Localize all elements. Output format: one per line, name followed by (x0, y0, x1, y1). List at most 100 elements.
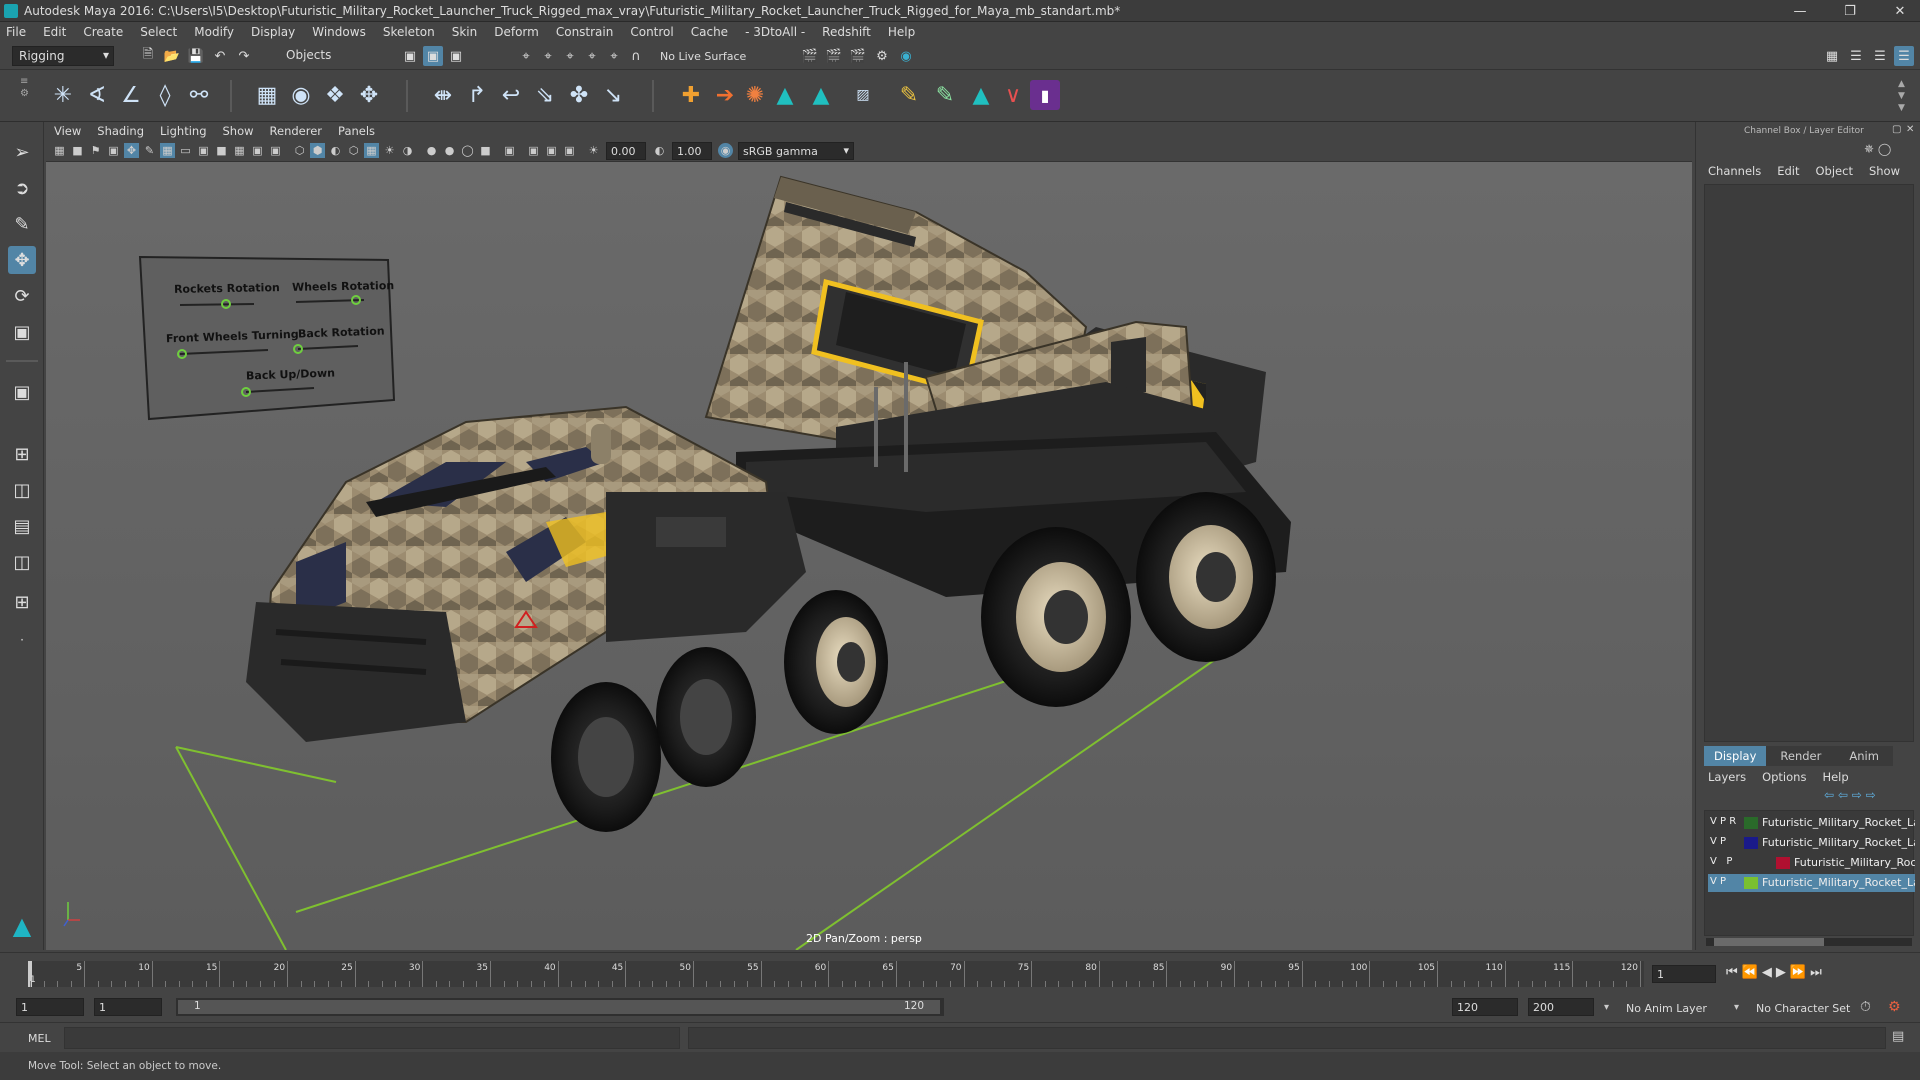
menu-display[interactable]: Display (251, 25, 295, 39)
menu-edit[interactable]: Edit (43, 25, 66, 39)
textured-icon[interactable]: ▦ (364, 143, 379, 158)
viewport-menu-shading[interactable]: Shading (97, 124, 144, 138)
viewport-menu-renderer[interactable]: Renderer (270, 124, 323, 138)
layer-name[interactable]: Futuristic_Military_Rocket_La (1762, 876, 1915, 889)
viewport-menu-show[interactable]: Show (223, 124, 254, 138)
select-by-hierarchy-icon[interactable]: ▣ (400, 46, 420, 66)
layer-color-swatch[interactable] (1744, 877, 1758, 889)
anti-aliasing-icon[interactable]: ◯ (460, 143, 475, 158)
current-frame-field[interactable]: 1 (1652, 965, 1716, 983)
tab-anim[interactable]: Anim (1835, 746, 1893, 766)
magnet-icon[interactable]: ∩ (626, 46, 646, 66)
cluster-icon[interactable]: ✥ (354, 80, 384, 110)
shadows-icon[interactable]: ◑ (400, 143, 415, 158)
viewport-menu-panels[interactable]: Panels (338, 124, 375, 138)
layer-menu-options[interactable]: Options (1762, 770, 1806, 784)
attribute-editor-icon[interactable]: ☰ (1846, 46, 1866, 66)
channel-box-area[interactable] (1704, 184, 1914, 742)
select-camera-icon[interactable]: ▦ (52, 143, 67, 158)
set-driven-key-icon[interactable]: ➔ (710, 80, 740, 110)
menu-cache[interactable]: Cache (691, 25, 728, 39)
two-view-layout-icon[interactable]: ◫ (8, 476, 36, 504)
layer-menu-help[interactable]: Help (1822, 770, 1848, 784)
save-scene-icon[interactable]: 💾 (186, 46, 206, 66)
view-transform-dropdown[interactable]: sRGB gamma ▾ (738, 142, 854, 160)
command-language-label[interactable]: MEL (28, 1032, 51, 1045)
range-slider-handle[interactable] (178, 1000, 940, 1014)
chevron-down-icon[interactable]: ▾ (1604, 1002, 1609, 1013)
maya-m-icon[interactable]: ▲ (770, 80, 800, 110)
menu-control[interactable]: Control (630, 25, 673, 39)
open-scene-icon[interactable]: 📂 (162, 46, 182, 66)
playback-start-field[interactable]: 1 (94, 998, 162, 1016)
lasso-tool-icon[interactable]: ➲ (8, 174, 36, 202)
bookmark-icon[interactable]: ⚑ (88, 143, 103, 158)
default-material-icon[interactable]: ◐ (328, 143, 343, 158)
smooth-shade-icon[interactable]: ⬢ (310, 143, 325, 158)
menu-modify[interactable]: Modify (194, 25, 234, 39)
ik-handle-icon[interactable]: ∢ (82, 80, 112, 110)
animation-prefs-icon[interactable]: ⚙ (1888, 999, 1901, 1015)
depth-of-field-icon[interactable]: ■ (478, 143, 493, 158)
layer-row-selected[interactable]: V P Futuristic_Military_Rocket_La (1708, 874, 1915, 892)
layer-name[interactable]: Futuristic_Military_Rocket_La (1762, 816, 1915, 829)
shelf-options-icon[interactable]: ≡ ⚙ (20, 76, 34, 116)
layer-name[interactable]: Futuristic_Military_Roc (1794, 856, 1915, 869)
maximize-button[interactable]: ❐ (1830, 0, 1870, 22)
exposure-icon[interactable]: ☀ (586, 143, 601, 158)
menu-skin[interactable]: Skin (452, 25, 478, 39)
aim-constraint-icon[interactable]: ↱ (462, 80, 492, 110)
menu-skeleton[interactable]: Skeleton (383, 25, 435, 39)
gate-mask-icon[interactable]: ■ (214, 143, 229, 158)
menu-constrain[interactable]: Constrain (556, 25, 614, 39)
tab-display[interactable]: Display (1704, 746, 1767, 766)
xray-components-icon[interactable]: ▣ (562, 143, 577, 158)
wireframe-on-shaded-icon[interactable]: ⬡ (346, 143, 361, 158)
exposure-field[interactable]: 0.00 (606, 142, 646, 160)
close-panel-icon[interactable]: ✕ (1906, 124, 1914, 135)
grid-toggle-icon[interactable]: ▦ (160, 143, 175, 158)
animation-start-field[interactable]: 1 (16, 998, 84, 1016)
safe-action-icon[interactable]: ▣ (250, 143, 265, 158)
layer-name[interactable]: Futuristic_Military_Rocket_La (1762, 836, 1915, 849)
menu-redshift[interactable]: Redshift (822, 25, 871, 39)
script-editor-icon[interactable]: ▤ (1892, 1029, 1904, 1044)
menu-windows[interactable]: Windows (312, 25, 366, 39)
graph-editor-layout-icon[interactable]: ◫ (8, 548, 36, 576)
film-gate-icon[interactable]: ▭ (178, 143, 193, 158)
camera-attributes-icon[interactable]: ■ (70, 143, 85, 158)
motion-blur-icon[interactable]: ● (442, 143, 457, 158)
screen-space-ao-icon[interactable]: ● (424, 143, 439, 158)
v-tool-icon[interactable]: ∨ (998, 80, 1028, 110)
layer-menu-layers[interactable]: Layers (1708, 770, 1746, 784)
redo-icon[interactable]: ↷ (234, 46, 254, 66)
layer-color-swatch[interactable] (1744, 837, 1758, 849)
select-by-component-icon[interactable]: ▣ (446, 46, 466, 66)
scale-tool-icon[interactable]: ▣ (8, 318, 36, 346)
blend-shape-icon[interactable]: ✺ (740, 80, 770, 110)
safe-title-icon[interactable]: ▣ (268, 143, 283, 158)
live-surface-label[interactable]: No Live Surface (660, 50, 746, 63)
gamma-icon[interactable]: ◐ (652, 143, 667, 158)
snap-curve-icon[interactable]: ⌖ (538, 46, 558, 66)
scale-constraint-icon[interactable]: ⇘ (530, 80, 560, 110)
channel-box-icons[interactable]: ✵ ◯ (1864, 142, 1891, 156)
anim-layer-dropdown[interactable]: No Anim Layer (1626, 1002, 1707, 1015)
grease-pencil-icon[interactable]: ✎ (142, 143, 157, 158)
select-tool-icon[interactable]: ➢ (8, 138, 36, 166)
bind-skin-icon[interactable]: ▦ (252, 80, 282, 110)
render-frame-icon[interactable]: 🎬 (824, 46, 844, 66)
playback-end-field[interactable]: 120 (1452, 998, 1518, 1016)
select-by-object-icon[interactable]: ▣ (423, 46, 443, 66)
menu-help[interactable]: Help (888, 25, 915, 39)
orient-constraint-icon[interactable]: ↩ (496, 80, 526, 110)
undo-icon[interactable]: ↶ (210, 46, 230, 66)
tab-render[interactable]: Render (1766, 746, 1836, 766)
field-chart-icon[interactable]: ▦ (232, 143, 247, 158)
rig-pack-icon[interactable]: ✎ (894, 80, 924, 110)
menuset-dropdown[interactable]: Rigging ▾ (12, 46, 114, 66)
shelf-scroll-icon[interactable]: ▲ ▼ ▼ (1898, 78, 1912, 114)
brush-icon[interactable]: ✎ (930, 80, 960, 110)
snap-point-icon[interactable]: ⌖ (560, 46, 580, 66)
layer-row[interactable]: V P R Futuristic_Military_Rocket_La (1708, 814, 1915, 832)
